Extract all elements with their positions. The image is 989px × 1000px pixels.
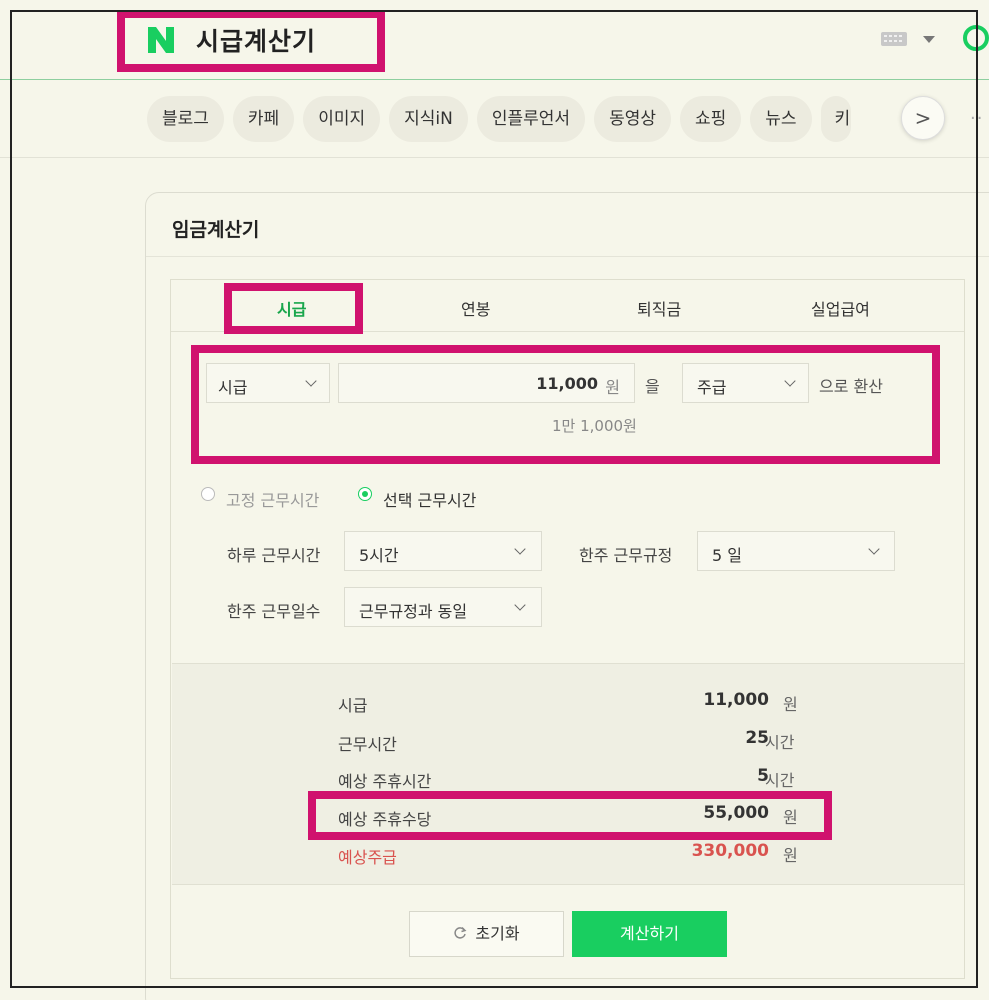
result-hours-unit: 시간 <box>765 733 795 752</box>
result-hourly-label: 시급 <box>338 696 368 715</box>
weekly-rule-label: 한주 근무규정 <box>579 546 673 565</box>
result-weekly-pay-label: 예상주급 <box>338 848 397 867</box>
nav-tab-image[interactable]: 이미지 <box>303 96 381 142</box>
nav-tab-shopping[interactable]: 쇼핑 <box>679 96 742 142</box>
result-weekly-pay-unit: 원 <box>783 846 798 865</box>
nav-tab-cafe[interactable]: 카페 <box>232 96 295 142</box>
result-hourly-value: 11,000 <box>703 690 769 710</box>
result-hours-label: 근무시간 <box>338 735 397 754</box>
calculate-button[interactable]: 계산하기 <box>572 911 727 957</box>
result-holiday-hours-label: 예상 주휴시간 <box>338 772 432 791</box>
highlight-box <box>308 791 832 840</box>
highlight-box <box>224 283 363 334</box>
tab-annual[interactable]: 연봉 <box>461 296 490 320</box>
daily-hours-select[interactable]: 5시간 <box>344 531 542 571</box>
fixed-hours-label[interactable]: 고정 근무시간 <box>226 487 319 511</box>
reset-label: 초기화 <box>475 924 520 943</box>
caret-down-icon[interactable] <box>923 36 935 43</box>
daily-hours-value: 5시간 <box>359 546 399 565</box>
weekly-days-select[interactable]: 근무규정과 동일 <box>344 587 542 627</box>
nav-divider <box>0 157 989 158</box>
nav-tab-news[interactable]: 뉴스 <box>750 96 812 142</box>
nav-next-button[interactable]: > <box>901 96 945 140</box>
weekly-days-value: 근무규정과 동일 <box>359 602 468 621</box>
tab-unemployment[interactable]: 실업급여 <box>811 296 870 320</box>
search-category-nav: 블로그 카페 이미지 지식iN 인플루언서 동영상 쇼핑 뉴스 키 <box>147 96 851 142</box>
weekly-rule-select[interactable]: 5 일 <box>697 531 895 571</box>
highlight-box <box>117 10 385 72</box>
tab-severance[interactable]: 퇴직금 <box>637 296 681 320</box>
reset-button[interactable]: 초기화 <box>409 911 564 957</box>
more-icon[interactable]: ·· <box>970 108 983 129</box>
chevron-down-icon <box>514 599 526 611</box>
weekly-days-label: 한주 근무일수 <box>227 602 321 621</box>
nav-tab-kin[interactable]: 지식iN <box>389 96 468 142</box>
card-divider <box>146 256 989 257</box>
fixed-hours-radio[interactable] <box>201 487 215 501</box>
refresh-icon <box>454 926 467 939</box>
highlight-box <box>191 345 940 464</box>
nav-tab-influencer[interactable]: 인플루언서 <box>476 96 586 142</box>
select-hours-radio[interactable] <box>358 487 372 501</box>
card-title: 임금계산기 <box>172 219 260 241</box>
search-icon[interactable] <box>963 25 989 51</box>
chevron-down-icon <box>514 543 526 555</box>
result-panel <box>172 663 964 885</box>
weekly-rule-value: 5 일 <box>712 546 742 565</box>
chevron-down-icon <box>868 543 880 555</box>
select-hours-label[interactable]: 선택 근무시간 <box>383 487 476 511</box>
nav-tab-video[interactable]: 동영상 <box>594 96 671 142</box>
nav-tab-more[interactable]: 키 <box>820 96 851 142</box>
result-hourly-unit: 원 <box>783 695 798 714</box>
header-divider <box>0 79 989 80</box>
nav-tab-blog[interactable]: 블로그 <box>147 96 224 142</box>
result-holiday-hours-unit: 시간 <box>765 771 795 790</box>
result-weekly-pay-value: 330,000 <box>691 841 769 861</box>
keyboard-icon[interactable] <box>881 32 907 46</box>
daily-hours-label: 하루 근무시간 <box>227 546 321 565</box>
